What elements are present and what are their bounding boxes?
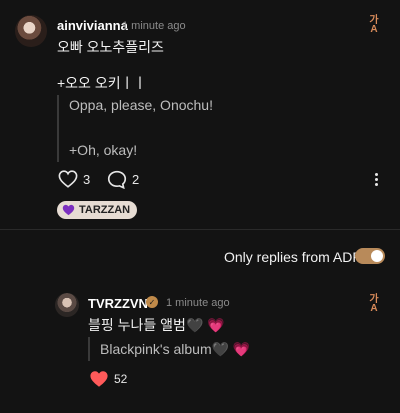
heart-icon <box>90 371 108 387</box>
avatar[interactable] <box>15 15 47 47</box>
reply-like-count: 52 <box>114 372 128 386</box>
comment-translation-line-1: Oppa, please, Onochu! <box>69 97 213 113</box>
comment-line-2: +오오 오키ㅣㅣ <box>57 75 147 91</box>
comment-translation-line-2: +Oh, okay! <box>69 142 138 158</box>
toggle-knob <box>371 250 383 262</box>
reply-translation: Blackpink's album🖤 💗 <box>100 341 251 357</box>
like-count: 3 <box>83 171 91 187</box>
like-button[interactable]: 3 <box>58 170 90 188</box>
verified-badge-icon: ✓ <box>146 296 158 308</box>
reply-avatar[interactable] <box>55 293 79 317</box>
comment-timestamp: 1 minute ago <box>122 20 186 32</box>
heart-icon <box>58 170 78 188</box>
comment-icon <box>107 170 127 189</box>
reply-text: 블핑 누나들 앨범🖤 💗 <box>88 317 225 333</box>
reply-like-button[interactable]: 52 <box>89 370 127 388</box>
comment-username[interactable]: ainvivianna <box>57 18 128 33</box>
reply-translate-icon[interactable]: 가A <box>367 295 381 314</box>
badge-label: TARZZAN <box>79 204 131 216</box>
fan-badge[interactable]: TARZZAN <box>57 201 138 219</box>
more-options-button[interactable] <box>371 172 381 187</box>
comment-line-1: 오빠 오노추플리즈 <box>57 39 164 55</box>
translate-icon[interactable]: 가A <box>367 16 381 35</box>
heart-badge-icon <box>62 204 75 216</box>
more-icon <box>374 173 378 176</box>
reply-timestamp: 1 minute ago <box>166 297 230 309</box>
reply-button[interactable]: 2 <box>107 170 139 189</box>
reply-username[interactable]: TVRZZVN <box>88 296 148 311</box>
filter-label: Only replies from ADP <box>224 249 362 265</box>
reply-count: 2 <box>132 172 140 187</box>
section-divider <box>0 229 400 230</box>
translation-quote-bar <box>57 95 59 162</box>
reply-translation-quote-bar <box>88 337 90 361</box>
replies-filter-toggle[interactable] <box>355 248 385 264</box>
